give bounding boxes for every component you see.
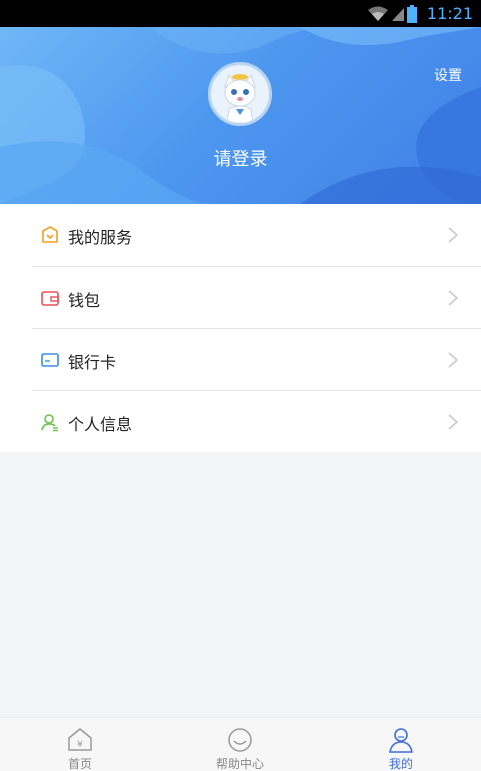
tab-label: 首页 (67, 757, 92, 771)
bank-card-icon (41, 353, 59, 367)
tab-label: 帮助中心 (215, 757, 264, 771)
menu-item-personal-info[interactable]: 个人信息 (32, 390, 481, 452)
menu-item-label: 钱包 (68, 291, 101, 310)
menu-item-bank-card[interactable]: 银行卡 (32, 328, 481, 390)
status-bar: 11:21 (0, 0, 481, 27)
user-icon (389, 728, 413, 753)
menu-item-my-services[interactable]: 我的服务 (0, 204, 481, 266)
cat-avatar-icon (211, 65, 269, 123)
chevron-right-icon (448, 352, 459, 368)
avatar[interactable] (208, 62, 272, 126)
person-icon (41, 414, 58, 432)
home-icon: ¥ (68, 728, 92, 751)
settings-button[interactable]: 设置 (434, 65, 462, 85)
tab-mine[interactable]: 我的 (351, 718, 451, 771)
wallet-icon (41, 291, 59, 306)
menu-item-wallet[interactable]: 钱包 (32, 266, 481, 328)
chevron-right-icon (448, 227, 459, 243)
menu-item-label: 我的服务 (68, 228, 133, 247)
chevron-right-icon (448, 414, 459, 430)
service-icon (42, 226, 58, 243)
status-icons (367, 5, 417, 23)
menu-list: 我的服务 钱包 银行卡 个人信息 (0, 204, 481, 452)
login-link[interactable]: 请登录 (0, 145, 481, 171)
chevron-right-icon (448, 290, 459, 306)
tab-home[interactable]: ¥ 首页 (30, 718, 130, 771)
svg-text:¥: ¥ (77, 740, 83, 750)
bottom-tab-bar: ¥ 首页 帮助中心 我的 (0, 717, 481, 771)
menu-item-label: 个人信息 (68, 415, 133, 434)
status-time: 11:21 (426, 4, 473, 23)
signal-icon (392, 8, 404, 21)
wifi-icon (368, 6, 388, 21)
tab-help-center[interactable]: 帮助中心 (190, 718, 290, 771)
tab-label: 我的 (388, 757, 413, 771)
menu-item-label: 银行卡 (68, 353, 117, 372)
smile-icon (228, 728, 252, 752)
battery-icon (407, 5, 417, 23)
profile-header: 设置 请登录 (0, 27, 481, 204)
